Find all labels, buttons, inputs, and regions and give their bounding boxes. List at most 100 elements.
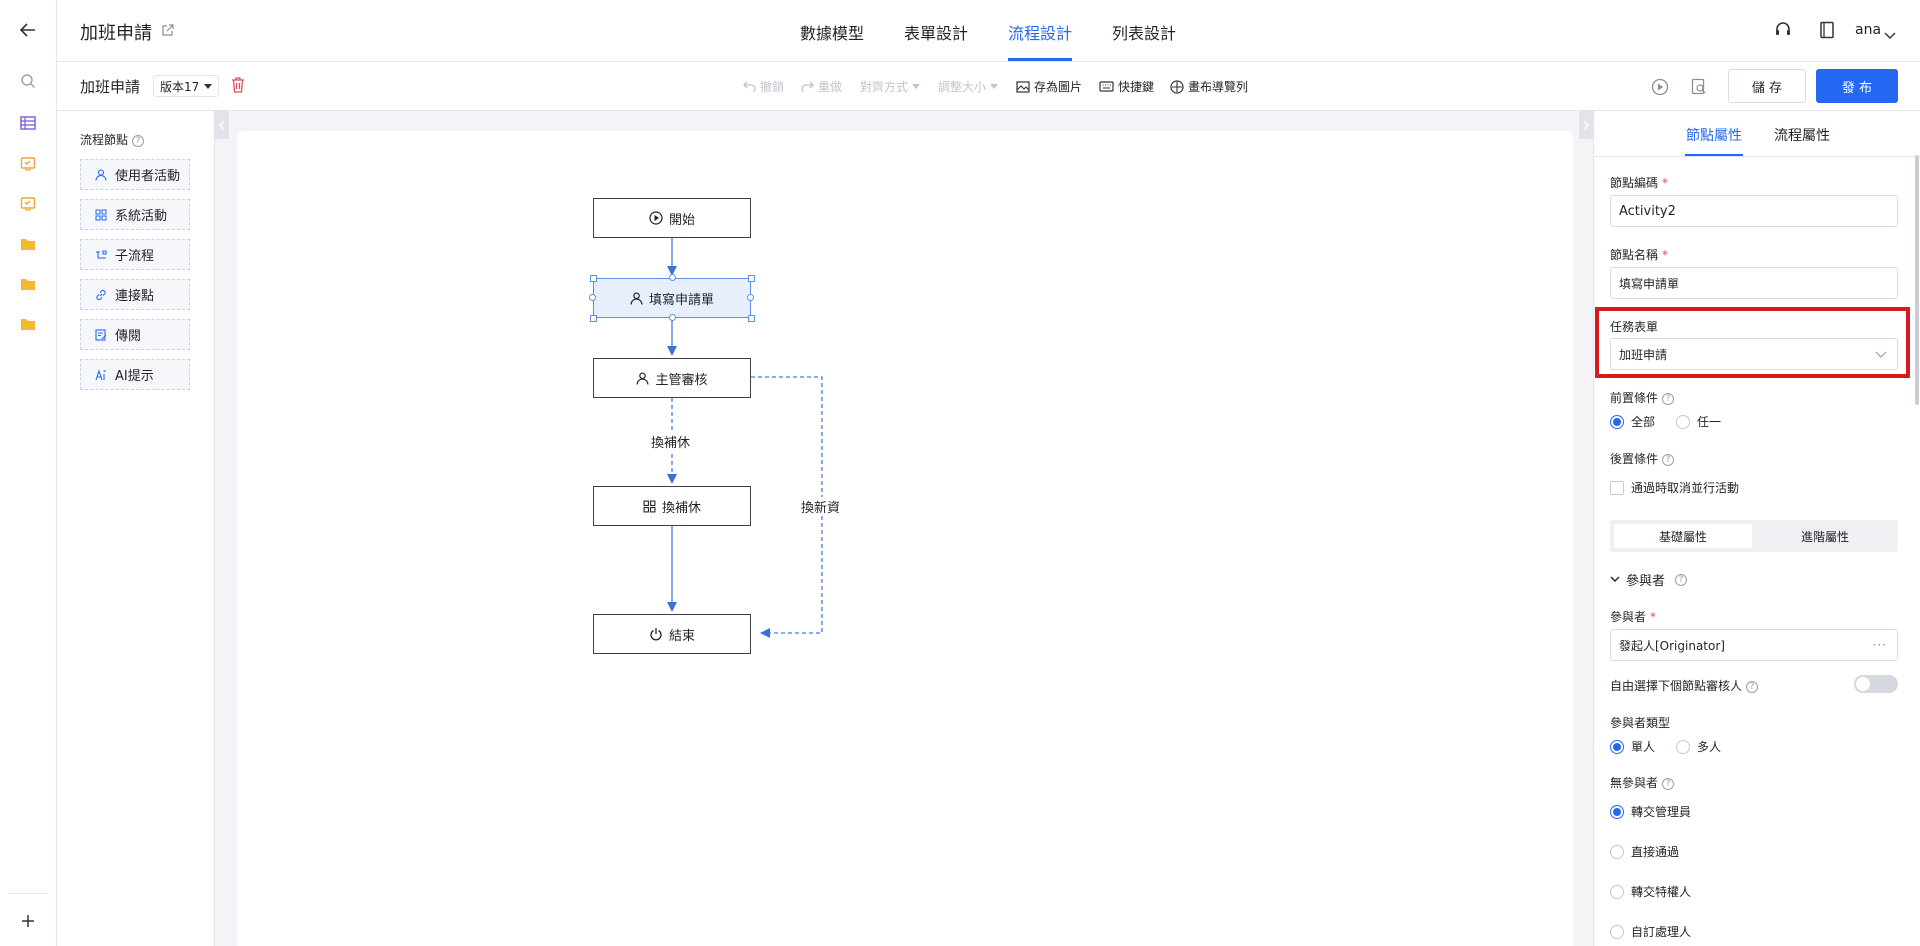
canvas-nav-label: 畫布導覽列	[1188, 80, 1249, 94]
free-select-label: 自由選擇下個節點審核人?	[1610, 677, 1759, 694]
node-code-label: 節點編碼 *	[1610, 176, 1669, 190]
resize-dropdown[interactable]: 調整大小	[938, 78, 999, 95]
node-manager-review[interactable]: 主管審核	[593, 358, 751, 398]
help-icon[interactable]: ?	[1675, 573, 1688, 586]
palette-item-connector[interactable]: 連接點	[80, 279, 190, 310]
connect-anchor[interactable]	[747, 294, 754, 301]
resize-handle[interactable]	[748, 315, 755, 322]
tab-list-design[interactable]: 列表設計	[1112, 20, 1176, 44]
radio-type-multi[interactable]: 多人	[1676, 738, 1721, 755]
palette-item-ai-prompt[interactable]: AI提示	[80, 359, 190, 390]
palette-item-subprocess[interactable]: 子流程	[80, 239, 190, 270]
palette-item-system-activity[interactable]: 系統活動	[80, 199, 190, 230]
tab-form-design[interactable]: 表單設計	[904, 20, 968, 44]
radio-no-privileged[interactable]: 轉交特權人	[1610, 883, 1691, 900]
resize-handle[interactable]	[748, 275, 755, 282]
tab-data-model[interactable]: 數據模型	[800, 20, 864, 44]
participants-section-header[interactable]: 參與者?	[1610, 570, 1688, 589]
tab-flow-properties[interactable]: 流程屬性	[1774, 125, 1830, 145]
radio-no-pass[interactable]: 直接通過	[1610, 843, 1679, 860]
flow-canvas[interactable]	[237, 131, 1573, 946]
edge-label-comp-pay[interactable]: 換新資	[801, 497, 841, 516]
resize-handle[interactable]	[590, 315, 597, 322]
checkbox-cancel-parallel[interactable]: 通過時取消並行活動	[1610, 479, 1739, 496]
back-arrow-icon[interactable]	[19, 21, 37, 39]
folder-icon[interactable]	[19, 275, 37, 293]
participant-input[interactable]: 發起人[Originator] ···	[1610, 629, 1898, 661]
table-icon[interactable]	[19, 114, 37, 132]
help-icon[interactable]: ?	[1662, 392, 1675, 405]
external-link-icon[interactable]	[161, 22, 174, 41]
radio-dot	[1610, 804, 1624, 819]
free-select-toggle[interactable]	[1854, 675, 1898, 693]
radio-dot	[1676, 739, 1690, 754]
align-dropdown[interactable]: 對齊方式	[860, 78, 921, 95]
no-participant-label: 無參與者?	[1610, 774, 1675, 791]
scrollbar[interactable]	[1915, 155, 1919, 405]
toolbar: 加班申請 版本17 撤銷 重做 對齊方式 調整大小 存為圖片 快捷鍵 畫布導覽列…	[57, 62, 1920, 111]
undo-label: 撤銷	[760, 80, 785, 94]
form-icon[interactable]	[19, 195, 37, 213]
left-rail	[0, 0, 57, 946]
participant-type-label: 參與者類型	[1610, 716, 1671, 730]
chevron-down-icon[interactable]	[1884, 25, 1896, 44]
edge-label-comp-leave[interactable]: 換補休	[651, 432, 691, 451]
trash-icon[interactable]	[231, 77, 245, 97]
radio-no-custom[interactable]: 自訂處理人	[1610, 923, 1691, 940]
subtab-basic[interactable]: 基礎屬性	[1614, 524, 1752, 548]
node-code-input[interactable]: Activity2	[1610, 195, 1898, 227]
tab-flow-design[interactable]: 流程設計	[1008, 20, 1072, 44]
help-icon[interactable]: ?	[1746, 680, 1759, 693]
radio-label: 轉交管理員	[1631, 805, 1692, 819]
resize-handle[interactable]	[590, 275, 597, 282]
play-circle-icon[interactable]	[1651, 78, 1669, 100]
collapse-left-toggle[interactable]	[215, 111, 229, 139]
folder-icon[interactable]	[19, 235, 37, 253]
form-icon[interactable]	[19, 155, 37, 173]
node-end[interactable]: 結束	[593, 614, 751, 654]
shortcuts-label: 快捷鍵	[1118, 80, 1155, 94]
tab-node-properties[interactable]: 節點屬性	[1686, 125, 1742, 145]
palette-item-user-activity[interactable]: 使用者活動	[80, 159, 190, 190]
undo-button[interactable]: 撤銷	[743, 78, 784, 95]
more-icon[interactable]: ···	[1873, 638, 1887, 652]
no-participant-label-text: 無參與者	[1610, 776, 1659, 790]
connect-anchor[interactable]	[669, 314, 676, 321]
save-image-button[interactable]: 存為圖片	[1016, 78, 1082, 95]
connect-anchor[interactable]	[589, 294, 596, 301]
radio-type-single[interactable]: 單人	[1610, 738, 1655, 755]
help-icon[interactable]: ?	[1662, 453, 1675, 466]
radio-no-admin[interactable]: 轉交管理員	[1610, 803, 1691, 820]
node-comp-leave[interactable]: 換補休	[593, 486, 751, 526]
folder-icon[interactable]	[19, 315, 37, 333]
redo-button[interactable]: 重做	[801, 78, 842, 95]
version-select[interactable]: 版本17	[153, 75, 219, 97]
radio-pre-all[interactable]: 全部	[1610, 413, 1655, 430]
publish-button[interactable]: 發 布	[1816, 69, 1898, 103]
node-fill-application[interactable]: 填寫申請單	[593, 278, 751, 318]
palette-item-label: 系統活動	[115, 209, 168, 224]
post-condition-label: 後置條件?	[1610, 450, 1675, 467]
top-header: 加班申請 數據模型 表單設計 流程設計 列表設計 ana	[57, 0, 1920, 62]
chevron-left-icon	[219, 120, 225, 130]
node-label: 主管審核	[655, 372, 708, 388]
user-icon	[636, 371, 649, 385]
palette-item-circulate[interactable]: 傳閱	[80, 319, 190, 350]
plus-icon[interactable]	[19, 912, 37, 930]
shortcuts-button[interactable]: 快捷鍵	[1099, 78, 1154, 95]
canvas-nav-button[interactable]: 畫布導覽列	[1170, 78, 1248, 95]
help-icon[interactable]: ?	[1662, 777, 1675, 790]
help-icon[interactable]: ?	[132, 134, 145, 147]
headset-icon[interactable]	[1774, 21, 1792, 43]
node-start[interactable]: 開始	[593, 198, 751, 238]
save-button[interactable]: 儲 存	[1728, 69, 1806, 103]
search-icon[interactable]	[19, 72, 37, 90]
subtab-advanced[interactable]: 進階屬性	[1756, 524, 1894, 548]
user-name[interactable]: ana	[1855, 22, 1881, 38]
preview-icon[interactable]	[1691, 78, 1707, 100]
connect-anchor[interactable]	[669, 274, 676, 281]
book-icon[interactable]	[1819, 21, 1835, 43]
collapse-right-toggle[interactable]	[1579, 111, 1593, 139]
radio-pre-any[interactable]: 任一	[1676, 413, 1721, 430]
node-name-input[interactable]: 填寫申請單	[1610, 267, 1898, 299]
